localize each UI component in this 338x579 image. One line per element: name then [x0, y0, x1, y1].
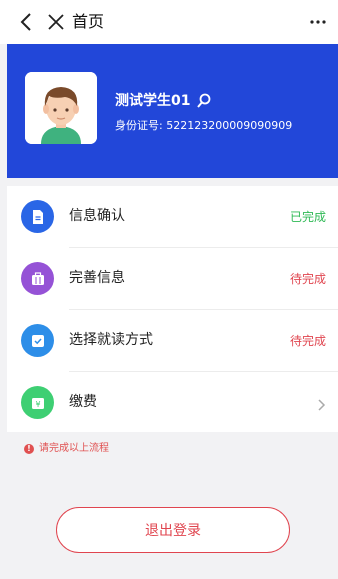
step-status: 待完成 [289, 272, 326, 286]
step-info-confirm[interactable]: 信息确认 已完成 [7, 186, 338, 247]
id-number-row: 身份证号: 522123200009090909 [115, 118, 292, 134]
briefcase-icon [21, 262, 54, 295]
close-button[interactable] [46, 12, 66, 32]
notice: ! 请完成以上流程 [24, 443, 109, 455]
step-complete-info[interactable]: 完善信息 待完成 [7, 248, 338, 309]
step-study-mode[interactable]: 选择就读方式 待完成 [7, 310, 338, 371]
step-label: 完善信息 [69, 270, 125, 286]
search-button[interactable] [197, 93, 211, 109]
alert-icon: ! [24, 444, 34, 454]
search-icon [197, 93, 211, 108]
page-title: 首页 [72, 12, 105, 31]
step-payment[interactable]: ¥ 缴费 [7, 372, 338, 433]
top-nav-bar: 首页 [0, 0, 338, 44]
wallet-icon: ¥ [21, 386, 54, 419]
student-name: 测试学生01 [115, 93, 191, 109]
logout-button[interactable]: 退出登录 [56, 507, 290, 553]
checkbox-icon [21, 324, 54, 357]
chevron-right-icon [318, 396, 326, 415]
document-icon [21, 200, 54, 233]
student-avatar-icon [25, 72, 97, 144]
step-status: 待完成 [289, 334, 326, 348]
step-status: 已完成 [289, 210, 326, 224]
step-label: 选择就读方式 [69, 332, 153, 348]
steps-list: 信息确认 已完成 完善信息 待完成 选择就读方式 待完成 ¥ 缴费 [7, 186, 338, 432]
id-label: 身份证号: [115, 119, 163, 132]
step-label: 缴费 [69, 394, 97, 410]
notice-text: 请完成以上流程 [39, 443, 109, 454]
avatar [25, 72, 97, 144]
id-number: 522123200009090909 [166, 119, 293, 132]
chevron-left-icon [20, 13, 31, 31]
profile-card: 测试学生01 身份证号: 522123200009090909 [7, 44, 338, 178]
close-icon [48, 14, 64, 30]
step-label: 信息确认 [69, 208, 125, 224]
more-button[interactable] [308, 12, 328, 32]
back-button[interactable] [16, 12, 36, 32]
more-dots-icon [310, 20, 326, 24]
logout-label: 退出登录 [145, 523, 201, 539]
svg-text:¥: ¥ [35, 400, 40, 409]
